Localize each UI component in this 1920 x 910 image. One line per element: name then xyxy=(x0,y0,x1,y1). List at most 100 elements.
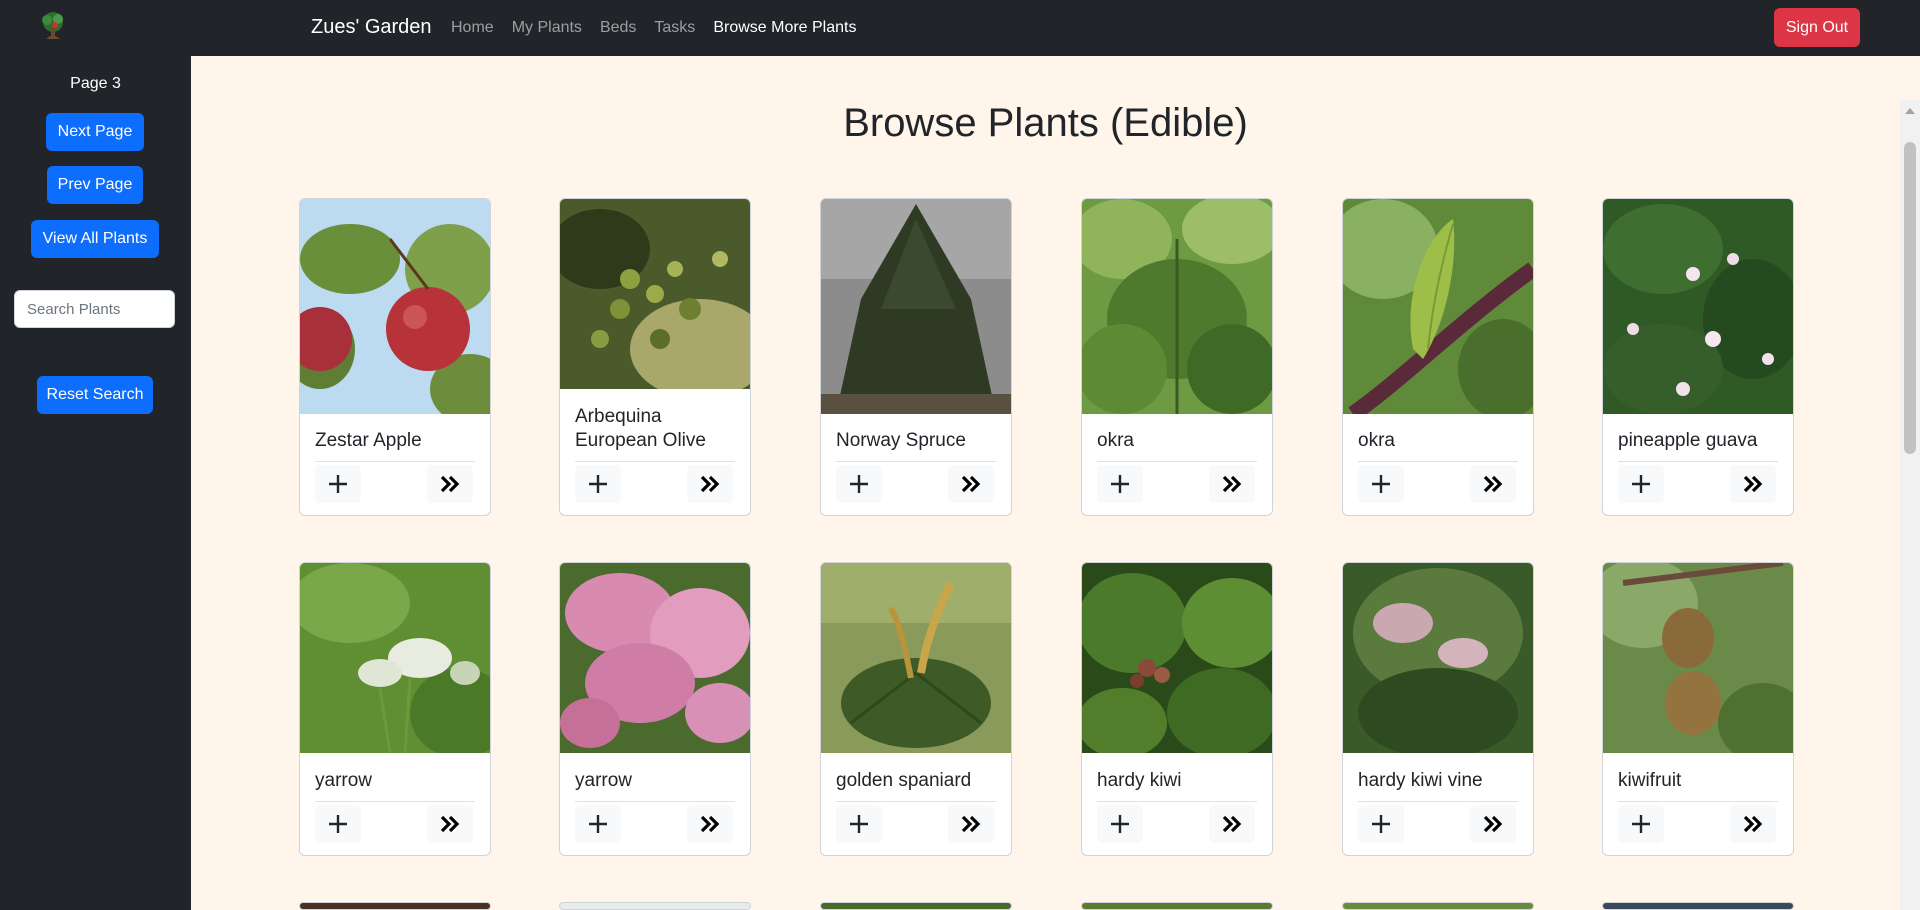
plant-details-button[interactable] xyxy=(1470,805,1516,843)
double-chevron-right-icon xyxy=(440,475,460,493)
nav-tasks[interactable]: Tasks xyxy=(654,19,695,37)
double-chevron-right-icon xyxy=(1743,815,1763,833)
add-plant-button[interactable] xyxy=(1618,805,1664,843)
plant-card-partial[interactable] xyxy=(1081,902,1273,910)
card-divider xyxy=(1618,801,1778,802)
plant-details-button[interactable] xyxy=(427,805,473,843)
plus-icon xyxy=(1632,815,1650,833)
nav-my-plants[interactable]: My Plants xyxy=(512,19,582,37)
double-chevron-right-icon xyxy=(1743,475,1763,493)
add-plant-button[interactable] xyxy=(575,805,621,843)
plus-icon xyxy=(1372,475,1390,493)
page-title: Browse Plants (Edible) xyxy=(843,101,1248,145)
add-plant-button[interactable] xyxy=(1358,465,1404,503)
scroll-up-arrow-icon[interactable] xyxy=(1905,108,1915,114)
double-chevron-right-icon xyxy=(440,815,460,833)
plant-image-olive[interactable] xyxy=(560,199,750,389)
plant-details-button[interactable] xyxy=(687,465,733,503)
double-chevron-right-icon xyxy=(961,475,981,493)
nav-beds[interactable]: Beds xyxy=(600,19,636,37)
add-plant-button[interactable] xyxy=(1097,805,1143,843)
plant-details-button[interactable] xyxy=(1730,805,1776,843)
search-plants-input[interactable] xyxy=(14,290,175,328)
plus-icon xyxy=(850,815,868,833)
nav-home[interactable]: Home xyxy=(451,19,494,37)
plant-image-okra-pod[interactable] xyxy=(1343,199,1533,414)
plant-name: Zestar Apple xyxy=(315,430,422,451)
app-title[interactable]: Zues' Garden xyxy=(311,16,432,39)
nav-browse-more-plants[interactable]: Browse More Plants xyxy=(713,19,856,37)
double-chevron-right-icon xyxy=(1483,815,1503,833)
plus-icon xyxy=(589,815,607,833)
plant-card-partial[interactable] xyxy=(559,902,751,910)
add-plant-button[interactable] xyxy=(1618,465,1664,503)
double-chevron-right-icon xyxy=(1483,475,1503,493)
double-chevron-right-icon xyxy=(1222,475,1242,493)
add-plant-button[interactable] xyxy=(836,805,882,843)
plant-card: Norway Spruce xyxy=(820,198,1012,516)
plus-icon xyxy=(329,475,347,493)
plant-card: okra xyxy=(1342,198,1534,516)
double-chevron-right-icon xyxy=(700,815,720,833)
page-number-label: Page 3 xyxy=(70,75,121,92)
plant-card-partial[interactable] xyxy=(1342,902,1534,910)
plant-details-button[interactable] xyxy=(1209,465,1255,503)
add-plant-button[interactable] xyxy=(836,465,882,503)
page-scrollbar[interactable] xyxy=(1900,100,1920,910)
plant-details-button[interactable] xyxy=(1209,805,1255,843)
plant-card: Zestar Apple xyxy=(299,198,491,516)
add-plant-button[interactable] xyxy=(575,465,621,503)
card-divider xyxy=(1097,801,1257,802)
plant-image-hardy-kiwi[interactable] xyxy=(1082,563,1272,753)
plant-details-button[interactable] xyxy=(1470,465,1516,503)
plus-icon xyxy=(1111,475,1129,493)
plus-icon xyxy=(1632,475,1650,493)
add-plant-button[interactable] xyxy=(315,805,361,843)
add-plant-button[interactable] xyxy=(1097,465,1143,503)
plant-image-spaniard[interactable] xyxy=(821,563,1011,753)
tree-logo-icon[interactable] xyxy=(38,11,68,41)
card-divider xyxy=(315,461,475,462)
double-chevron-right-icon xyxy=(961,815,981,833)
plant-details-button[interactable] xyxy=(427,465,473,503)
plant-name: hardy kiwi vine xyxy=(1358,770,1483,791)
plant-name: pineapple guava xyxy=(1618,430,1758,451)
card-divider xyxy=(315,801,475,802)
plant-image-kiwifruit[interactable] xyxy=(1603,563,1793,753)
plant-card: golden spaniard xyxy=(820,562,1012,856)
plant-details-button[interactable] xyxy=(948,465,994,503)
card-divider xyxy=(1358,801,1518,802)
plant-details-button[interactable] xyxy=(1730,465,1776,503)
view-all-plants-button[interactable]: View All Plants xyxy=(31,220,159,258)
sidebar: Page 3 Next Page Prev Page View All Plan… xyxy=(0,56,191,910)
plant-image-okra-field[interactable] xyxy=(1082,199,1272,414)
plant-image-apple[interactable] xyxy=(300,199,490,414)
plant-card-partial[interactable] xyxy=(1602,902,1794,910)
plant-image-guava[interactable] xyxy=(1603,199,1793,414)
plant-name: hardy kiwi xyxy=(1097,770,1182,791)
sign-out-button[interactable]: Sign Out xyxy=(1774,8,1860,47)
prev-page-button[interactable]: Prev Page xyxy=(47,166,143,204)
nav-links: Home My Plants Beds Tasks Browse More Pl… xyxy=(451,19,856,37)
plant-card: hardy kiwi vine xyxy=(1342,562,1534,856)
plant-image-yarrow-pink[interactable] xyxy=(560,563,750,753)
plant-details-button[interactable] xyxy=(687,805,733,843)
next-page-button[interactable]: Next Page xyxy=(46,113,144,151)
double-chevron-right-icon xyxy=(1222,815,1242,833)
plus-icon xyxy=(1372,815,1390,833)
double-chevron-right-icon xyxy=(700,475,720,493)
plant-image-yarrow-white[interactable] xyxy=(300,563,490,753)
plant-card-partial[interactable] xyxy=(299,902,491,910)
plant-card: kiwifruit xyxy=(1602,562,1794,856)
plant-name: yarrow xyxy=(575,770,633,791)
reset-search-button[interactable]: Reset Search xyxy=(37,376,153,414)
plant-image-hardy-kiwi-vine[interactable] xyxy=(1343,563,1533,753)
add-plant-button[interactable] xyxy=(1358,805,1404,843)
plant-card-partial[interactable] xyxy=(820,902,1012,910)
scroll-thumb[interactable] xyxy=(1904,142,1916,454)
plant-card: Arbequina European Olive xyxy=(559,198,751,516)
add-plant-button[interactable] xyxy=(315,465,361,503)
card-divider xyxy=(1358,461,1518,462)
plant-image-spruce[interactable] xyxy=(821,199,1011,414)
plant-details-button[interactable] xyxy=(948,805,994,843)
